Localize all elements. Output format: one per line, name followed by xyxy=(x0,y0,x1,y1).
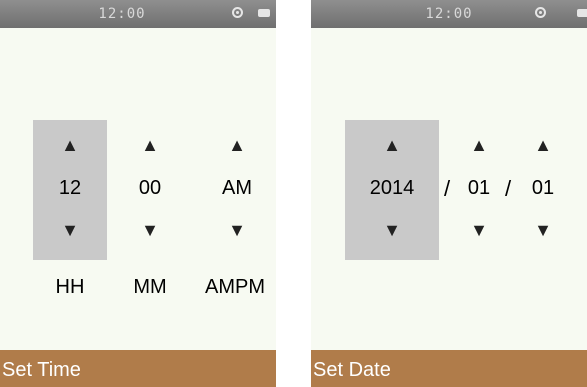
battery-icon xyxy=(577,9,587,17)
minute-value: 00 xyxy=(138,177,162,199)
minute-up-arrow-icon[interactable]: ▲ xyxy=(118,136,182,154)
ampm-selector[interactable]: ▲ AM ▼ xyxy=(199,120,275,260)
month-up-arrow-icon[interactable]: ▲ xyxy=(455,136,503,154)
month-selector[interactable]: ▲ 01 ▼ xyxy=(455,120,503,260)
hour-value: 12 xyxy=(58,177,82,199)
month-value: 01 xyxy=(467,177,491,199)
set-time-screen: 12:00 ▲ 12 ▼ ▲ 00 ▼ ▲ AM ▼ HH MM AMPM Se… xyxy=(0,0,276,387)
status-bar: 12:00 xyxy=(311,0,587,28)
day-selector[interactable]: ▲ 01 ▼ xyxy=(519,120,567,260)
screen-title: Set Date xyxy=(313,359,391,381)
hour-label: HH xyxy=(55,276,85,298)
screen-title: Set Time xyxy=(2,359,81,381)
ampm-value: AM xyxy=(222,177,252,199)
set-date-screen: 12:00 ▲ 2014 ▼ / ▲ 01 ▼ / ▲ 01 ▼ Set Dat… xyxy=(311,0,587,387)
year-selector[interactable]: ▲ 2014 ▼ xyxy=(345,120,439,260)
wireless-icon xyxy=(232,7,243,18)
status-clock: 12:00 xyxy=(98,6,146,22)
year-up-arrow-icon[interactable]: ▲ xyxy=(345,136,439,154)
year-down-arrow-icon[interactable]: ▼ xyxy=(345,221,439,239)
ampm-label: AMPM xyxy=(205,276,265,298)
day-up-arrow-icon[interactable]: ▲ xyxy=(519,136,567,154)
hour-up-arrow-icon[interactable]: ▲ xyxy=(33,136,107,154)
title-bar: Set Date xyxy=(311,350,587,387)
battery-icon xyxy=(258,9,270,17)
minute-down-arrow-icon[interactable]: ▼ xyxy=(118,221,182,239)
minute-label: MM xyxy=(133,276,167,298)
status-bar: 12:00 xyxy=(0,0,276,28)
ampm-down-arrow-icon[interactable]: ▼ xyxy=(199,221,275,239)
year-value: 2014 xyxy=(369,177,415,199)
wireless-icon xyxy=(535,7,546,18)
minute-selector[interactable]: ▲ 00 ▼ xyxy=(118,120,182,260)
hour-down-arrow-icon[interactable]: ▼ xyxy=(33,221,107,239)
ampm-up-arrow-icon[interactable]: ▲ xyxy=(199,136,275,154)
day-value: 01 xyxy=(531,177,555,199)
day-down-arrow-icon[interactable]: ▼ xyxy=(519,221,567,239)
title-bar: Set Time xyxy=(0,350,276,387)
hour-selector[interactable]: ▲ 12 ▼ xyxy=(33,120,107,260)
date-separator: / xyxy=(505,176,512,201)
date-separator: / xyxy=(444,176,451,201)
month-down-arrow-icon[interactable]: ▼ xyxy=(455,221,503,239)
